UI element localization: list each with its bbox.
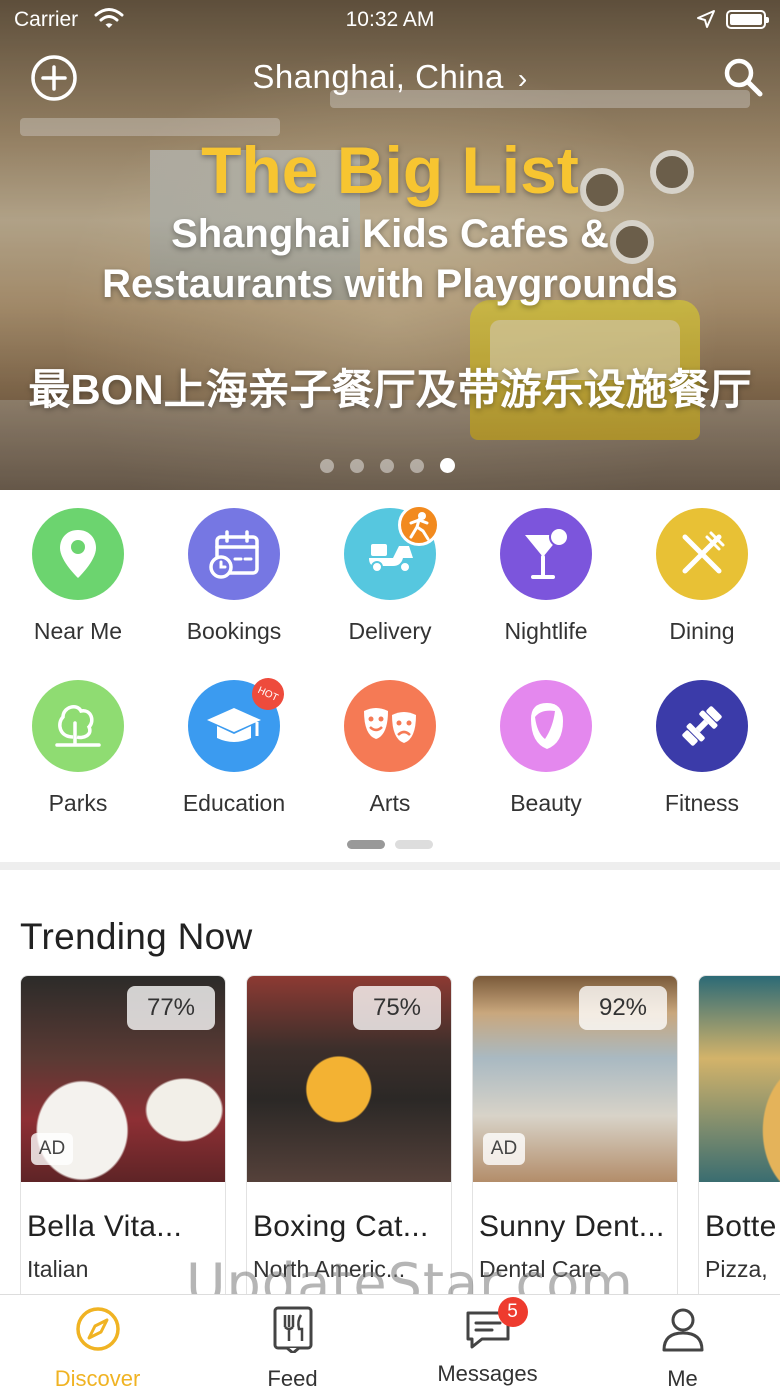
cocktail-icon <box>525 527 569 579</box>
category-fitness[interactable]: Fitness <box>624 680 780 817</box>
category-label: Parks <box>48 790 108 816</box>
card-title: Boxing Cat... <box>253 1210 429 1243</box>
category-circle <box>344 680 436 772</box>
category-nightlife[interactable]: Nightlife <box>468 508 624 645</box>
carousel-dot[interactable] <box>380 458 394 473</box>
delivery-runner-badge-icon <box>398 504 440 546</box>
category-circle <box>188 508 280 600</box>
tab-label: Discover <box>54 1366 141 1387</box>
category-circle <box>344 504 440 600</box>
top-bar: Shanghai, China › <box>0 50 780 106</box>
card-title: Sunny Dent... <box>479 1210 665 1243</box>
status-bar: Carrier 10:32 AM <box>0 0 780 40</box>
category-beauty[interactable]: Beauty <box>468 680 624 817</box>
utensils-icon <box>273 1306 312 1355</box>
match-percent-badge: 77% <box>127 986 215 1030</box>
ad-badge: AD <box>483 1133 525 1165</box>
card-image <box>699 976 780 1182</box>
card-title: Bella Vita... <box>27 1210 183 1243</box>
chat-icon: 5 <box>464 1297 528 1353</box>
category-delivery[interactable]: Delivery <box>312 504 468 645</box>
tab-label: Me <box>667 1366 698 1387</box>
trending-carousel[interactable]: 77% AD Bella Vita... Italian 75% Boxing … <box>20 975 780 1295</box>
tab-label: Messages <box>437 1361 538 1386</box>
trending-card[interactable]: 92% AD Sunny Dent... Dental Care <box>472 975 678 1295</box>
theater-masks-icon <box>364 708 416 743</box>
city-name: Shanghai, China <box>252 58 504 95</box>
tab-label: Feed <box>267 1366 318 1387</box>
card-image: 92% AD <box>473 976 677 1182</box>
tab-feed[interactable]: Feed <box>195 1305 390 1387</box>
hero-subtitle-line1: Shanghai Kids Cafes & <box>171 212 609 256</box>
hero-title: The Big List <box>201 133 579 207</box>
pager-indicator-active[interactable] <box>347 840 385 849</box>
category-label: Fitness <box>664 790 740 816</box>
carousel-dot[interactable] <box>320 458 334 473</box>
card-image: 75% <box>247 976 451 1182</box>
messages-count-badge: 5 <box>497 1297 528 1327</box>
trending-card[interactable]: Botte Pizza, <box>698 975 780 1295</box>
category-label: Beauty <box>510 790 582 816</box>
category-dining[interactable]: Dining <box>624 508 780 645</box>
search-icon[interactable] <box>722 56 764 98</box>
section-divider <box>0 862 780 870</box>
carousel-dot-active[interactable] <box>440 458 455 473</box>
battery-icon <box>726 10 769 29</box>
category-education[interactable]: HOT Education <box>156 672 312 817</box>
category-circle <box>32 508 124 600</box>
hero-subtitle-chinese: 最BON上海亲子餐厅及带游乐设施餐厅 <box>28 366 752 413</box>
ad-badge: AD <box>31 1133 73 1165</box>
category-label: Delivery <box>348 618 432 644</box>
match-percent-badge: 92% <box>579 986 667 1030</box>
carousel-dots <box>320 458 455 473</box>
carousel-dot[interactable] <box>350 458 364 473</box>
graduation-cap-icon <box>207 708 261 742</box>
clock: 10:32 AM <box>345 8 435 31</box>
tab-messages[interactable]: 5 Messages <box>390 1297 585 1387</box>
compass-icon <box>75 1307 120 1351</box>
category-circle <box>32 680 124 772</box>
category-parks[interactable]: Parks <box>0 680 156 817</box>
category-circle <box>500 508 592 600</box>
location-pin-icon <box>60 530 96 578</box>
trending-card[interactable]: 75% Boxing Cat... North Americ... <box>246 975 452 1295</box>
city-selector[interactable]: Shanghai, China › <box>0 58 780 96</box>
category-label: Arts <box>369 790 411 816</box>
face-icon <box>531 703 563 749</box>
category-circle <box>656 508 748 600</box>
category-label: Dining <box>669 618 735 644</box>
category-label: Education <box>182 790 286 816</box>
category-circle: HOT <box>188 672 290 772</box>
tab-discover[interactable]: Discover <box>0 1305 195 1387</box>
category-grid: Near Me Bookings Delivery Nightlife Dini… <box>0 490 780 862</box>
category-circle <box>500 680 592 772</box>
trending-card[interactable]: 77% AD Bella Vita... Italian <box>20 975 226 1295</box>
tree-icon <box>55 705 101 747</box>
category-near-me[interactable]: Near Me <box>0 508 156 645</box>
card-category: Pizza, <box>705 1256 768 1282</box>
pager-indicator[interactable] <box>395 840 433 849</box>
card-image: 77% AD <box>21 976 225 1182</box>
dumbbell-icon <box>682 706 722 746</box>
category-circle <box>656 680 748 772</box>
card-title: Botte <box>705 1210 777 1243</box>
user-icon <box>662 1308 703 1352</box>
location-arrow-icon <box>697 10 715 28</box>
chevron-right-icon: › <box>517 63 528 94</box>
category-label: Near Me <box>33 618 123 644</box>
category-label: Nightlife <box>504 618 588 644</box>
section-title-trending: Trending Now <box>20 916 253 957</box>
category-pager <box>347 840 433 849</box>
category-label: Bookings <box>186 618 282 644</box>
category-bookings[interactable]: Bookings <box>156 508 312 645</box>
tab-bar: Discover Feed 5 Messages Me <box>0 1294 780 1387</box>
calendar-icon <box>209 530 259 579</box>
hero-subtitle-line2: Restaurants with Playgrounds <box>102 262 678 306</box>
fork-knife-icon <box>682 531 725 574</box>
tab-me[interactable]: Me <box>585 1305 780 1387</box>
carousel-dot[interactable] <box>410 458 424 473</box>
category-arts[interactable]: Arts <box>312 680 468 817</box>
match-percent-badge: 75% <box>353 986 441 1030</box>
